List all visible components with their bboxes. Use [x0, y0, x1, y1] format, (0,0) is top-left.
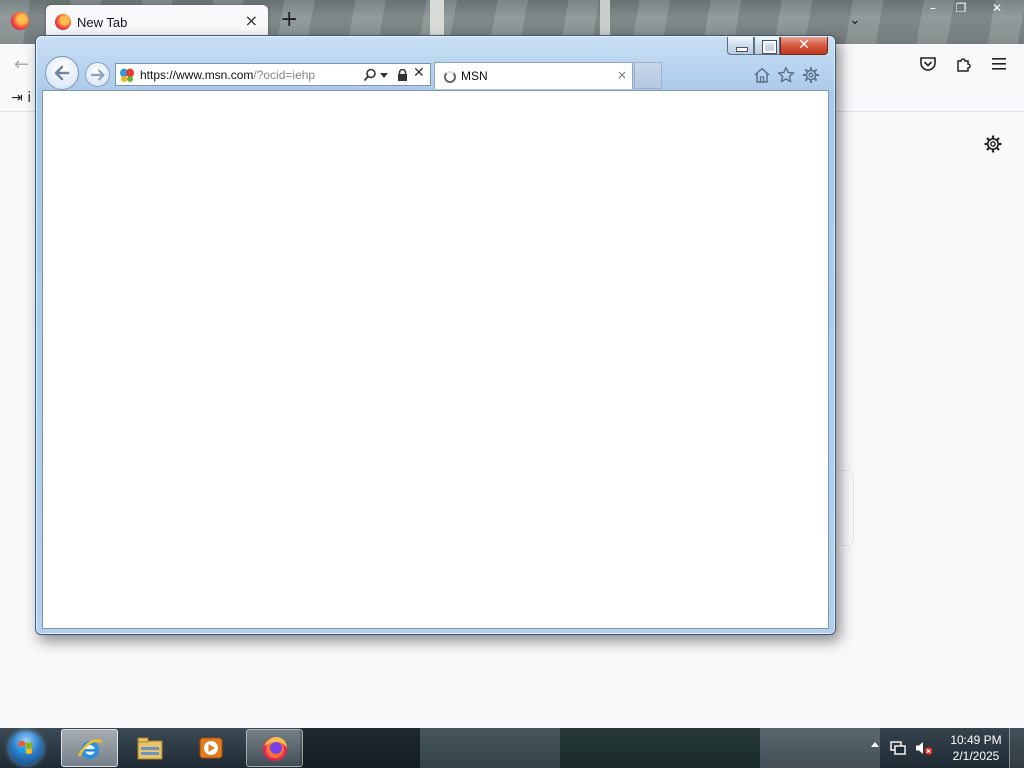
ie-new-tab-button[interactable]: [634, 62, 662, 89]
internet-explorer-window: ✕ https://www.msn.com/?ocid=iehp ✕ MSN ×: [35, 35, 836, 635]
firefox-view-icon[interactable]: [11, 12, 29, 30]
taskbar-internet-explorer[interactable]: [61, 729, 118, 767]
ie-tab-msn[interactable]: MSN ×: [434, 62, 633, 89]
pocket-icon[interactable]: [919, 55, 937, 73]
start-button[interactable]: [5, 730, 49, 766]
ie-tab-title: MSN: [461, 69, 488, 83]
ie-tab-close-icon[interactable]: ×: [617, 68, 627, 82]
windows-explorer-icon: [137, 737, 163, 760]
favorites-star-icon[interactable]: [777, 66, 795, 84]
url-scheme: https://www.: [140, 68, 205, 82]
msn-butterfly-icon: [120, 68, 134, 82]
internet-explorer-icon: [77, 739, 103, 759]
ie-minimize-button[interactable]: [727, 37, 754, 55]
stop-loading-icon[interactable]: ✕: [413, 66, 425, 80]
firefox-tab-favicon-icon: [55, 14, 71, 30]
hamburger-menu-icon[interactable]: [991, 56, 1007, 72]
tools-gear-icon[interactable]: [802, 66, 820, 84]
taskbar-firefox[interactable]: [246, 729, 303, 767]
import-bookmarks-label: i: [27, 90, 32, 106]
firefox-tab-close-icon[interactable]: ×: [245, 13, 258, 29]
firefox-list-tabs-chevron-icon[interactable]: ⌄: [849, 12, 861, 28]
windows-logo-icon: [9, 731, 43, 765]
ie-back-button[interactable]: [45, 56, 79, 90]
taskbar-media-player[interactable]: [183, 729, 240, 767]
taskbar-windows-explorer[interactable]: [122, 729, 179, 767]
firefox-content-card-edge: [836, 470, 854, 546]
loading-spinner-icon: [444, 71, 456, 83]
url-path: /?ocid=iehp: [253, 68, 316, 82]
close-icon: ✕: [798, 37, 810, 53]
firefox-new-tab-icon[interactable]: +: [280, 9, 298, 31]
firefox-minimize-icon[interactable]: –: [918, 0, 948, 18]
search-icon[interactable]: [363, 68, 377, 82]
show-hidden-icons-arrow-icon[interactable]: [871, 742, 879, 747]
forward-arrow-icon: [90, 69, 105, 81]
system-tray: 10:49 PM 2/1/2025: [865, 728, 1024, 768]
ie-address-bar[interactable]: https://www.msn.com/?ocid=iehp ✕: [115, 63, 431, 86]
firefox-restore-icon[interactable]: ❐: [946, 0, 976, 18]
firefox-tab-title: New Tab: [77, 15, 128, 30]
import-bookmarks-icon[interactable]: ⇥ i: [11, 90, 31, 106]
back-arrow-icon: [54, 65, 70, 81]
volume-muted-icon[interactable]: [915, 740, 933, 756]
clock-time: 10:49 PM: [950, 733, 1002, 747]
ie-forward-button[interactable]: [85, 62, 110, 87]
show-desktop-button[interactable]: [1009, 728, 1024, 768]
firefox-icon: [263, 737, 287, 761]
clock-date: 2/1/2025: [952, 749, 1000, 763]
lock-icon[interactable]: [397, 69, 408, 81]
settings-gear-icon[interactable]: [983, 134, 1003, 154]
url-host: msn.com: [204, 68, 254, 82]
ie-maximize-button[interactable]: [754, 37, 780, 55]
ie-url-text[interactable]: https://www.msn.com/?ocid=iehp: [140, 68, 315, 82]
firefox-back-arrow-icon[interactable]: ←: [14, 54, 29, 75]
taskbar-clock[interactable]: 10:49 PM 2/1/2025: [945, 732, 1007, 764]
ie-page-content[interactable]: [42, 90, 829, 629]
firefox-close-icon[interactable]: ✕: [982, 0, 1012, 18]
address-dropdown-icon[interactable]: [380, 73, 388, 78]
network-icon[interactable]: [890, 740, 906, 756]
extensions-puzzle-icon[interactable]: [955, 55, 973, 73]
media-player-icon: [199, 737, 223, 759]
home-icon[interactable]: [753, 66, 771, 84]
ie-close-button[interactable]: ✕: [780, 37, 828, 55]
